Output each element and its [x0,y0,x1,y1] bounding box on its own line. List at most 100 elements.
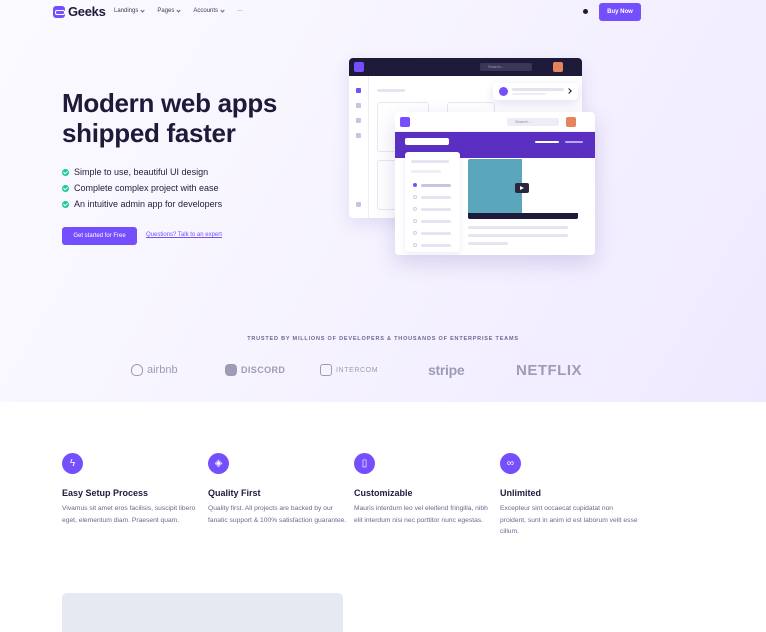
main-menu: Landings Pages Accounts ··· [114,7,243,14]
feature-card: ϟ Easy Setup Process Vivamus sit amet er… [62,453,202,526]
check-circle-icon [62,200,69,208]
mockup-line [468,242,508,245]
feature-card: ◈ Quality First Quality first. All proje… [208,453,348,526]
mockup-video-player [468,159,578,219]
intercom-logo: INTERCOM [320,360,378,380]
intercom-icon [320,364,332,376]
menu-accounts[interactable]: Accounts [193,7,225,14]
mockup-pill [405,138,449,145]
gear-icon [356,202,361,207]
intercom-text: INTERCOM [336,366,379,374]
hero-feature-text: An intuitive admin app for developers [74,199,223,209]
hero-title: Modern web apps shipped faster [62,88,278,148]
feature-title: Customizable [354,488,413,498]
mockup-line [377,89,405,92]
theme-toggle-icon[interactable] [583,9,588,14]
feature-title: Easy Setup Process [62,488,149,498]
mockup-search: Search... [507,118,559,126]
feature-description: Quality first. All projects are backed b… [208,505,347,524]
mockup-sidebar [349,76,369,218]
dashboard-mockup-front: Search... [395,112,595,255]
hero-feature-item: Simple to use, beautiful UI design [62,164,222,180]
notification-line [512,93,546,95]
mockup-tab [565,141,583,143]
hero-feature-text: Simple to use, beautiful UI design [74,167,209,177]
notification-line [512,88,564,91]
top-navbar: Geeks Landings Pages Accounts ··· Buy No… [0,0,766,24]
grid-icon [356,103,361,108]
hero-feature-item: Complete complex project with ease [62,180,222,196]
airbnb-logo: airbnb [131,360,178,380]
circle-icon [413,195,417,199]
mockup-topbar: Search... [349,58,582,76]
mockup-line [421,220,451,223]
check-circle-icon [62,184,69,192]
lightning-icon: ϟ [62,453,83,474]
discord-icon [225,364,237,376]
feature-description: Mauris interdum leo vel eleifend fringil… [354,505,488,524]
airbnb-icon [131,364,143,376]
talk-to-expert-link[interactable]: Questions? Talk to an expert [146,232,222,238]
mockup-line [421,244,451,247]
mockup-line [421,184,451,187]
image-placeholder [62,593,343,632]
mockup-logo-icon [354,62,364,72]
user-icon [499,87,508,96]
circle-icon [413,231,417,235]
feature-card: ▯ Customizable Mauris interdum leo vel e… [354,453,494,526]
hero-feature-list: Simple to use, beautiful UI design Compl… [62,164,222,212]
mockup-line [411,170,441,173]
feature-description: Vivamus sit amet eros facilisis, suscipi… [62,505,196,524]
logo-icon [53,5,65,18]
avatar [566,117,576,127]
video-controls [468,213,578,219]
get-started-button[interactable]: Get started for Free [62,227,137,245]
circle-icon [413,243,417,247]
check-circle-icon [62,168,69,176]
home-icon [356,88,361,93]
airbnb-text: airbnb [147,364,178,376]
user-icon [356,133,361,138]
hero-feature-text: Complete complex project with ease [74,183,219,193]
mockup-line [421,196,451,199]
layers-icon: ◈ [208,453,229,474]
hero-feature-item: An intuitive admin app for developers [62,196,222,212]
discord-text: DISCORD [241,365,286,375]
feature-title: Quality First [208,488,261,498]
circle-icon [413,207,417,211]
menu-accounts-label: Accounts [193,8,219,14]
more-dots-icon: ··· [237,8,244,14]
stripe-logo: stripe [428,362,465,378]
phone-icon: ▯ [354,453,375,474]
mockup-line [411,160,449,163]
brand-name: Geeks [68,4,106,19]
netflix-logo: NETFLIX [516,361,582,379]
feature-title: Unlimited [500,488,542,498]
infinity-icon: ∞ [500,453,521,474]
mockup-tab-active [535,141,559,143]
mockup-line [468,226,568,229]
settings-icon [356,118,361,123]
menu-landings[interactable]: Landings [114,7,145,14]
mockup-search: Search... [480,63,532,71]
mockup-line [468,234,568,237]
chevron-down-icon [140,7,145,13]
feature-description: Excepteur sint occaecat cupidatat non pr… [500,505,638,535]
check-icon [413,183,417,187]
brand-logo[interactable]: Geeks [53,4,106,19]
buy-now-button[interactable]: Buy Now [599,3,641,21]
discord-logo: DISCORD [225,360,285,380]
partner-logos: airbnb DISCORD INTERCOM stripe NETFLIX [0,360,766,380]
circle-icon [413,219,417,223]
menu-pages[interactable]: Pages [157,7,181,14]
mockup-topbar: Search... [395,112,595,132]
menu-landings-label: Landings [114,8,139,14]
chevron-right-icon [566,88,572,94]
mockup-course-list [405,152,460,252]
menu-pages-label: Pages [157,8,175,14]
menu-more[interactable]: ··· [237,8,243,14]
mockup-chart-panel [522,159,578,219]
play-icon [515,183,529,193]
trusted-heading: TRUSTED BY MILLIONS OF DEVELOPERS & THOU… [247,336,519,342]
feature-card: ∞ Unlimited Excepteur sint occaecat cupi… [500,453,640,538]
